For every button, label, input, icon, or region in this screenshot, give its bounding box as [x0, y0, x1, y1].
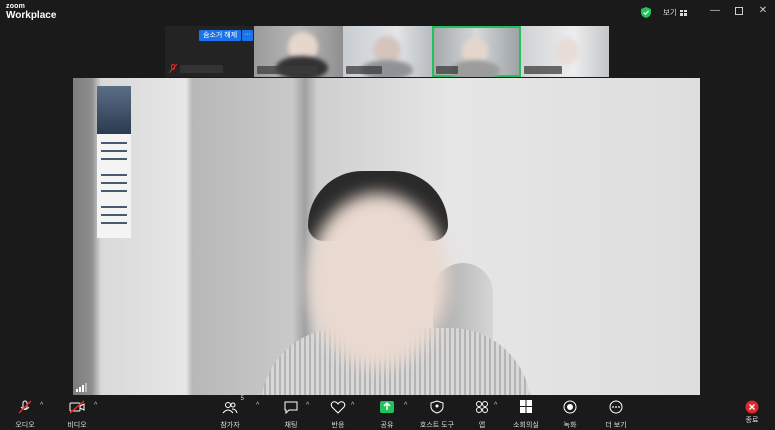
reactions-label: 반응 — [331, 422, 345, 429]
participant-tile[interactable] — [343, 26, 432, 77]
wall-calendar — [97, 86, 131, 238]
mic-muted-icon — [169, 64, 177, 73]
share-label: 공유 — [380, 422, 394, 429]
apps-button[interactable]: 앱 — [470, 395, 494, 429]
reactions-options-caret[interactable]: ^ — [351, 402, 354, 409]
record-icon — [563, 400, 577, 414]
share-button[interactable]: 공유 — [374, 395, 400, 429]
video-options-caret[interactable]: ^ — [94, 402, 97, 409]
audio-button[interactable]: 오디오 — [10, 395, 40, 429]
logo-line1: zoom — [6, 3, 26, 10]
video-off-icon — [69, 400, 85, 414]
end-x-icon — [745, 400, 759, 414]
breakout-rooms-button[interactable]: 소회의실 — [510, 395, 542, 429]
breakout-grid-icon — [520, 400, 532, 413]
minimize-icon[interactable]: — — [708, 4, 722, 18]
host-tools-button[interactable]: 호스트 도구 — [416, 395, 458, 429]
apps-label: 앱 — [478, 422, 486, 429]
share-options-caret[interactable]: ^ — [404, 402, 407, 409]
chat-icon — [284, 401, 298, 415]
breakout-rooms-label: 소회의실 — [513, 422, 539, 429]
record-label: 녹화 — [563, 422, 577, 429]
close-icon[interactable]: ✕ — [756, 4, 770, 18]
video-label: 비디오 — [67, 422, 87, 429]
meeting-toolbar: 오디오 ^ 비디오 ^ 5 참가자 ^ 채팅 ^ 반응 ^ 공유 ^ 호스트 도… — [0, 395, 775, 429]
participant-tile[interactable] — [521, 26, 609, 77]
shield-check-icon[interactable] — [641, 7, 651, 18]
more-icon — [609, 400, 623, 414]
participant-name-label — [524, 66, 562, 74]
participant-tile[interactable] — [254, 26, 343, 77]
maximize-icon[interactable] — [732, 4, 746, 18]
main-speaker-video[interactable] — [73, 78, 700, 395]
participant-name-label — [436, 66, 458, 74]
audio-label: 오디오 — [15, 422, 35, 429]
chat-options-caret[interactable]: ^ — [306, 402, 309, 409]
chat-button[interactable]: 채팅 — [278, 395, 304, 429]
view-label: 보기 — [663, 8, 677, 17]
participant-tile-active-speaker[interactable] — [432, 26, 521, 77]
chat-label: 채팅 — [284, 422, 298, 429]
mic-muted-icon — [18, 400, 32, 414]
participants-button[interactable]: 5 참가자 — [214, 395, 246, 429]
participant-face — [555, 38, 579, 64]
end-button[interactable]: 종료 — [738, 395, 766, 424]
host-tools-label: 호스트 도구 — [419, 422, 455, 429]
heart-icon — [330, 401, 346, 414]
signal-icon[interactable] — [76, 382, 92, 392]
participant-name-label — [346, 66, 382, 74]
speaker-face-blurred — [308, 193, 448, 368]
apps-icon — [476, 401, 488, 413]
shield-icon — [430, 400, 444, 414]
logo-line2: Workplace — [6, 10, 57, 21]
record-button[interactable]: 녹화 — [558, 395, 582, 429]
view-button[interactable]: 보기 — [663, 7, 687, 18]
zoom-logo: zoom Workplace — [6, 3, 56, 21]
participants-options-caret[interactable]: ^ — [256, 402, 259, 409]
participants-count: 5 — [240, 396, 244, 402]
self-name-label — [180, 65, 223, 73]
participants-icon — [222, 402, 238, 414]
apps-options-caret[interactable]: ^ — [494, 402, 497, 409]
participant-name-label — [257, 66, 317, 74]
more-label: 더 보기 — [605, 422, 627, 429]
title-bar: zoom Workplace 보기 — ✕ — [0, 0, 775, 26]
grid-view-icon — [679, 9, 687, 16]
share-up-icon — [380, 401, 394, 413]
participants-label: 참가자 — [220, 422, 240, 429]
audio-options-caret[interactable]: ^ — [40, 402, 43, 409]
reactions-button[interactable]: 반응 — [326, 395, 350, 429]
tile-more-button[interactable]: ··· — [242, 30, 253, 41]
video-button[interactable]: 비디오 — [62, 395, 92, 429]
unhide-self-button[interactable]: 숨소거 해제 — [199, 30, 242, 41]
more-button[interactable]: 더 보기 — [602, 395, 630, 429]
